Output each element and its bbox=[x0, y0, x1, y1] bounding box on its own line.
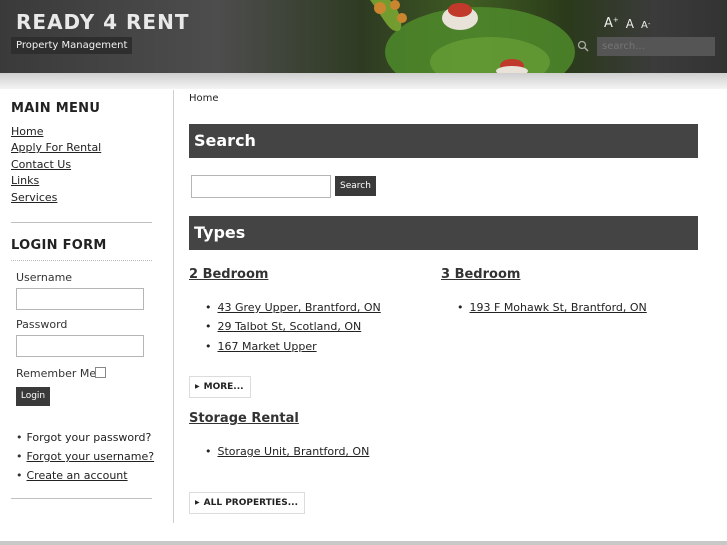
property-link[interactable]: 167 Market Upper bbox=[218, 340, 317, 353]
list-item[interactable]: 193 F Mohawk St, Brantford, ON bbox=[457, 298, 647, 317]
search-button[interactable]: Search bbox=[335, 176, 376, 196]
decrease-font-button[interactable]: A- bbox=[641, 20, 650, 31]
site-title[interactable]: READY 4 RENT bbox=[16, 10, 189, 34]
username-label: Username bbox=[16, 271, 73, 284]
category-storage-rental[interactable]: Storage Rental bbox=[189, 411, 299, 426]
property-list-3-bedroom: 193 F Mohawk St, Brantford, ON bbox=[457, 298, 647, 317]
login-form-title: LOGIN FORM bbox=[11, 238, 107, 253]
property-link[interactable]: 43 Grey Upper, Brantford, ON bbox=[218, 301, 381, 314]
all-properties-label: ALL PROPERTIES... bbox=[203, 498, 299, 508]
frog-banner-image bbox=[370, 0, 575, 73]
triangle-right-icon: ▶ bbox=[195, 499, 200, 506]
list-item[interactable]: 167 Market Upper bbox=[205, 337, 381, 356]
forgot-password-link[interactable]: Forgot your password? bbox=[27, 431, 152, 444]
breadcrumb[interactable]: Home bbox=[189, 93, 219, 104]
reset-font-button[interactable]: A bbox=[626, 17, 634, 31]
forgot-username-link[interactable]: Forgot your username? bbox=[27, 450, 155, 463]
left-sidebar: MAIN MENU Home Apply For Rental Contact … bbox=[0, 90, 174, 523]
remember-me-label: Remember Me bbox=[16, 367, 97, 380]
menu-link[interactable]: Apply For Rental bbox=[11, 141, 101, 154]
list-item[interactable]: 29 Talbot St, Scotland, ON bbox=[205, 317, 381, 336]
main-menu: Home Apply For Rental Contact Us Links S… bbox=[11, 124, 101, 206]
forgot-password-item[interactable]: Forgot your password? bbox=[16, 428, 154, 447]
site-slogan: Property Management bbox=[11, 37, 133, 54]
font-size-tools: A+ A A- bbox=[604, 16, 650, 31]
menu-item-apply[interactable]: Apply For Rental bbox=[11, 140, 101, 156]
search-input[interactable] bbox=[191, 175, 331, 198]
menu-item-links[interactable]: Links bbox=[11, 173, 101, 189]
list-item[interactable]: 43 Grey Upper, Brantford, ON bbox=[205, 298, 381, 317]
property-link[interactable]: 29 Talbot St, Scotland, ON bbox=[218, 320, 362, 333]
menu-link[interactable]: Home bbox=[11, 125, 43, 138]
username-field[interactable] bbox=[16, 288, 144, 310]
menu-item-services[interactable]: Services bbox=[11, 190, 101, 206]
password-label: Password bbox=[16, 318, 68, 331]
login-links: Forgot your password? Forgot your userna… bbox=[16, 428, 155, 485]
search-section-title: Search bbox=[189, 124, 698, 158]
more-label: MORE... bbox=[203, 382, 244, 392]
category-2-bedroom[interactable]: 2 Bedroom bbox=[189, 267, 268, 282]
header-shadow-bar bbox=[0, 73, 727, 89]
property-list-2-bedroom: 43 Grey Upper, Brantford, ON 29 Talbot S… bbox=[205, 298, 381, 356]
login-button[interactable]: Login bbox=[16, 387, 50, 406]
triangle-right-icon: ▶ bbox=[195, 383, 200, 390]
more-button[interactable]: ▶ MORE... bbox=[189, 376, 251, 398]
login-title-underline bbox=[11, 260, 152, 261]
property-link[interactable]: Storage Unit, Brantford, ON bbox=[218, 445, 370, 458]
menu-link[interactable]: Services bbox=[11, 191, 57, 204]
property-link[interactable]: 193 F Mohawk St, Brantford, ON bbox=[470, 301, 647, 314]
menu-link[interactable]: Links bbox=[11, 174, 39, 187]
category-3-bedroom[interactable]: 3 Bedroom bbox=[441, 267, 520, 282]
password-field[interactable] bbox=[16, 335, 144, 357]
increase-font-button[interactable]: A+ bbox=[604, 16, 619, 31]
list-item[interactable]: Storage Unit, Brantford, ON bbox=[205, 442, 370, 461]
all-properties-button[interactable]: ▶ ALL PROPERTIES... bbox=[189, 492, 306, 514]
site-header: READY 4 RENT Property Management A+ A A- bbox=[0, 0, 727, 73]
forgot-username-item[interactable]: Forgot your username? bbox=[16, 447, 155, 466]
create-account-link[interactable]: Create an account bbox=[27, 469, 128, 482]
main-menu-title: MAIN MENU bbox=[11, 101, 101, 116]
menu-link[interactable]: Contact Us bbox=[11, 158, 71, 171]
property-list-storage: Storage Unit, Brantford, ON bbox=[205, 442, 370, 461]
types-section-title: Types bbox=[189, 216, 698, 250]
menu-item-home[interactable]: Home bbox=[11, 124, 101, 140]
menu-item-contact[interactable]: Contact Us bbox=[11, 157, 101, 173]
search-icon bbox=[577, 40, 589, 52]
remember-me-checkbox[interactable] bbox=[95, 367, 106, 378]
footer-bar bbox=[0, 541, 727, 545]
sidebar-divider bbox=[11, 498, 152, 499]
create-account-item[interactable]: Create an account bbox=[16, 466, 154, 485]
header-search-input[interactable] bbox=[597, 37, 715, 56]
sidebar-divider bbox=[11, 222, 152, 223]
